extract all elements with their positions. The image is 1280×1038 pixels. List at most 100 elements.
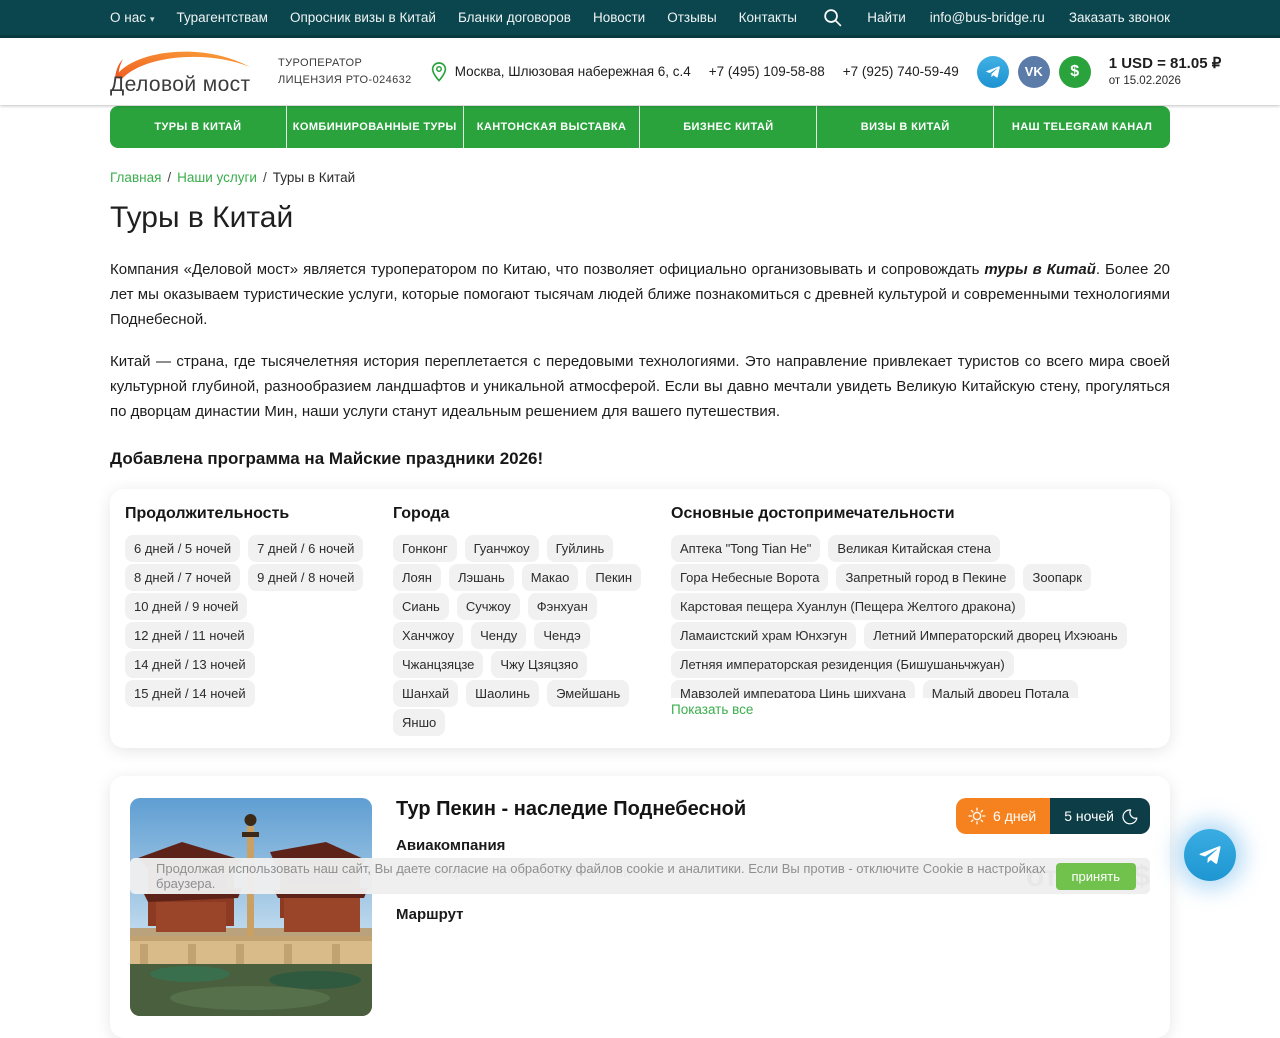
city-chip[interactable]: Чендэ	[534, 622, 589, 649]
nav-item[interactable]: КОМБИНИРОВАННЫЕ ТУРЫ	[287, 106, 464, 148]
currency-rate: 1 USD = 81.05 ₽ от 15.02.2026	[1109, 55, 1222, 88]
topbar-item[interactable]: Отзывы	[667, 10, 716, 25]
telegram-float-button[interactable]	[1184, 829, 1236, 881]
breadcrumb-home[interactable]: Главная	[110, 170, 161, 185]
topbar-item[interactable]: Опросник визы в Китай	[290, 10, 436, 25]
topbar-item-about[interactable]: О нас▾	[110, 10, 155, 25]
site-header: Деловой мост ТУРОПЕРАТОР ЛИЦЕНЗИЯ РТО-02…	[0, 38, 1280, 105]
city-chip[interactable]: Гуанчжоу	[465, 535, 539, 562]
filters-card: Продолжительность 6 дней / 5 ночей 7 дней…	[110, 489, 1170, 748]
currency-dollar-icon[interactable]: $	[1059, 56, 1091, 88]
main-content: Главная/Наши услуги/Туры в Китай Туры в …	[110, 170, 1170, 1038]
topbar-nav: О нас▾ Турагентствам Опросник визы в Кита…	[110, 10, 797, 25]
city-chip[interactable]: Шаолинь	[466, 680, 539, 707]
attraction-chip[interactable]: Ламаистский храм Юнхэгун	[671, 622, 856, 649]
filter-attractions-title: Основные достопримечательности	[671, 505, 1155, 523]
nav-item[interactable]: ВИЗЫ В КИТАЙ	[817, 106, 994, 148]
telegram-icon[interactable]	[977, 56, 1009, 88]
duration-chip[interactable]: 6 дней / 5 ночей	[125, 535, 240, 562]
license-info: ТУРОПЕРАТОР ЛИЦЕНЗИЯ РТО-024632	[278, 55, 412, 88]
moon-icon	[1121, 808, 1138, 825]
cookie-banner: Продолжая использовать наш сайт, Вы дает…	[130, 858, 1150, 894]
city-chip[interactable]: Лоян	[393, 564, 441, 591]
city-chip[interactable]: Чжу Цзяцзяо	[491, 651, 587, 678]
city-chip[interactable]: Ханчжоу	[393, 622, 463, 649]
attraction-chip[interactable]: Карстовая пещера Хуанлун (Пещера Желтого…	[671, 593, 1025, 620]
attraction-chip[interactable]: Аптека "Tong Tian He"	[671, 535, 820, 562]
topbar-item[interactable]: Бланки договоров	[458, 10, 571, 25]
search-button[interactable]: Найти	[867, 10, 906, 25]
breadcrumb-current: Туры в Китай	[273, 170, 355, 185]
topbar-item[interactable]: Турагентствам	[177, 10, 268, 25]
city-chip[interactable]: Яншо	[393, 709, 445, 736]
city-chip[interactable]: Сучжоу	[457, 593, 520, 620]
topbar-item[interactable]: Новости	[593, 10, 645, 25]
duration-chip[interactable]: 15 дней / 14 ночей	[125, 680, 255, 707]
attraction-chip[interactable]: Зоопарк	[1023, 564, 1091, 591]
telegram-plane-icon	[1196, 841, 1224, 869]
city-chip[interactable]: Сиань	[393, 593, 449, 620]
attraction-chip[interactable]: Запретный город в Пекине	[836, 564, 1015, 591]
address: Москва, Шлюзовая набережная 6, с.4	[430, 61, 691, 83]
duration-chip[interactable]: 14 дней / 13 ночей	[125, 651, 255, 678]
city-chip[interactable]: Фэнхуан	[528, 593, 597, 620]
show-all-link[interactable]: Показать все	[671, 702, 753, 717]
intro-paragraph-2: Китай — страна, где тысячелетняя история…	[110, 349, 1170, 425]
duration-chip[interactable]: 12 дней / 11 ночей	[125, 622, 254, 649]
cookie-accept-button[interactable]: принять	[1056, 863, 1136, 890]
city-chip[interactable]: Чжанцзяцзе	[393, 651, 483, 678]
city-chip[interactable]: Ченду	[471, 622, 526, 649]
city-chip[interactable]: Гонконг	[393, 535, 457, 562]
location-pin-icon	[430, 61, 448, 83]
city-chip[interactable]: Макао	[522, 564, 579, 591]
attraction-chip[interactable]: Гора Небесные Ворота	[671, 564, 828, 591]
tour-title[interactable]: Тур Пекин - наследие Поднебесной	[396, 798, 914, 821]
city-chip[interactable]: Гуйлинь	[547, 535, 614, 562]
intro-paragraph-1: Компания «Деловой мост» является туропер…	[110, 257, 1170, 333]
vk-icon[interactable]: VK	[1018, 56, 1050, 88]
page-title: Туры в Китай	[110, 201, 1170, 235]
attraction-chip[interactable]: Малый дворец Потала	[923, 680, 1078, 698]
highlight-text: туры в Китай	[984, 261, 1096, 278]
attraction-chip[interactable]: Великая Китайская стена	[828, 535, 1000, 562]
attraction-chip[interactable]: Летняя императорская резиденция (Бишушан…	[671, 651, 1014, 678]
route-label: Маршрут	[396, 906, 914, 923]
cookie-text: Продолжая использовать наш сайт, Вы дает…	[156, 861, 1056, 891]
tour-card: Тур Пекин - наследие Поднебесной Авиаком…	[110, 776, 1170, 1038]
tour-photo[interactable]	[130, 798, 372, 1016]
phone-link-2[interactable]: +7 (925) 740-59-49	[843, 64, 959, 79]
filter-attractions-column: Основные достопримечательности Аптека "T…	[671, 505, 1155, 738]
duration-chip[interactable]: 9 дней / 8 ночей	[248, 564, 363, 591]
city-chip[interactable]: Лэшань	[449, 564, 514, 591]
breadcrumb: Главная/Наши услуги/Туры в Китай	[110, 170, 1170, 185]
airline-label: Авиакомпания	[396, 837, 914, 854]
nav-item[interactable]: КАНТОНСКАЯ ВЫСТАВКА	[464, 106, 641, 148]
phone-link-1[interactable]: +7 (495) 109-58-88	[709, 64, 825, 79]
email-link[interactable]: info@bus-bridge.ru	[930, 10, 1045, 25]
duration-chip[interactable]: 8 дней / 7 ночей	[125, 564, 240, 591]
topbar-links: Турагентствам Опросник визы в Китай Бланки…	[177, 10, 797, 25]
callback-button[interactable]: Заказать звонок	[1069, 10, 1170, 25]
breadcrumb-services[interactable]: Наши услуги	[177, 170, 257, 185]
breadcrumb-separator: /	[263, 170, 267, 185]
duration-chip[interactable]: 7 дней / 6 ночей	[248, 535, 363, 562]
duration-badge: 6 дней 5 ночей	[956, 798, 1150, 834]
topbar-item[interactable]: Контакты	[739, 10, 797, 25]
logo[interactable]: Деловой мост	[110, 47, 260, 97]
city-chip[interactable]: Пекин	[586, 564, 641, 591]
announcement: Добавлена программа на Майские праздники…	[110, 449, 1170, 469]
main-nav: ТУРЫ В КИТАЙКОМБИНИРОВАННЫЕ ТУРЫКАНТОНСК…	[110, 106, 1170, 148]
nav-item[interactable]: ТУРЫ В КИТАЙ	[110, 106, 287, 148]
nav-item[interactable]: БИЗНЕС КИТАЙ	[640, 106, 817, 148]
attraction-chip[interactable]: Летний Императорский дворец Ихэюань	[864, 622, 1126, 649]
search-icon[interactable]	[822, 7, 843, 28]
nav-item[interactable]: НАШ TELEGRAM КАНАЛ	[994, 106, 1170, 148]
city-chip[interactable]: Эмейшань	[547, 680, 629, 707]
duration-chip[interactable]: 10 дней / 9 ночей	[125, 593, 247, 620]
logo-text: Деловой мост	[110, 73, 251, 97]
filter-duration-title: Продолжительность	[125, 505, 385, 523]
attraction-chip[interactable]: Мавзолей императора Цинь шихуана	[671, 680, 915, 698]
sun-icon	[968, 807, 986, 825]
badge-nights-text: 5 ночей	[1064, 808, 1114, 824]
city-chip[interactable]: Шанхай	[393, 680, 458, 707]
